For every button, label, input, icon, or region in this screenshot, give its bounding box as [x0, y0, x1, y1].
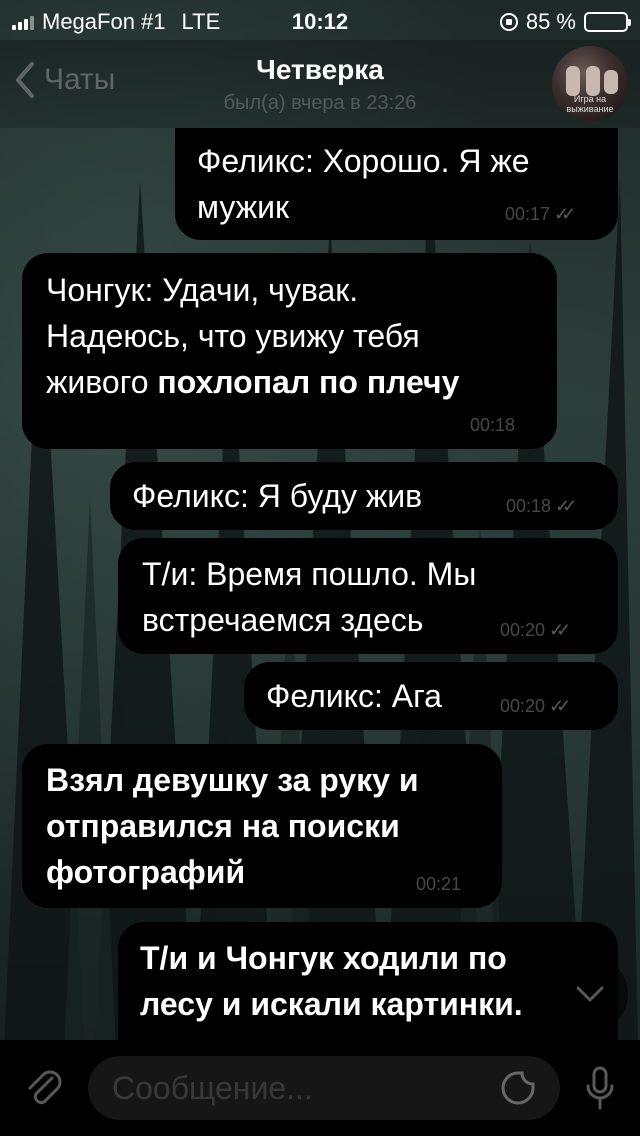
paperclip-icon[interactable] — [22, 1066, 66, 1110]
message-line: встречаемся здесь — [142, 602, 424, 638]
message-meta: 00:18 — [470, 415, 515, 436]
message-line: Феликс: Я буду жив — [132, 478, 423, 514]
message-time: 00:20 — [500, 620, 546, 640]
double-check-icon: ✓✓ — [554, 204, 576, 224]
message-line: живого похлопал по плечу — [46, 359, 459, 405]
message-input-bar: Сообщение... — [0, 1040, 640, 1136]
message-line: Взял девушку за руку и — [46, 762, 419, 798]
message-meta: 00:18 ✓✓ — [506, 496, 577, 517]
message-meta: 00:21 — [416, 874, 461, 895]
message-time: 00:17 — [505, 204, 551, 224]
avatar[interactable]: Игра на выживание — [552, 46, 628, 122]
message-line: лесу и искали картинки. — [140, 986, 523, 1022]
status-bar: MegaFon #1 LTE 10:12 85 % — [0, 0, 640, 40]
message-line: Чонгук: Удачи, чувак. — [46, 272, 359, 308]
message-time: 00:21 — [416, 874, 462, 894]
battery-icon — [584, 12, 631, 32]
last-seen: был(а) вчера в 23:26 — [223, 92, 417, 114]
double-check-icon: ✓✓ — [549, 696, 571, 716]
message-time: 00:18 — [470, 415, 516, 435]
chat-header: Чаты Четверка был(а) вчера в 23:26 Игра … — [0, 40, 640, 128]
message-bubble-outgoing[interactable]: Т/и: Время пошло. Мы встречаемся здесь 0… — [118, 538, 618, 654]
message-line: Феликс: Хорошо. Я же — [197, 143, 530, 179]
message-meta: 00:17 ✓✓ — [505, 204, 576, 225]
message-bubble-incoming[interactable]: Взял девушку за руку и отправился на пои… — [22, 744, 502, 908]
message-meta: 00:20 ✓✓ — [500, 620, 571, 641]
message-bubble-incoming[interactable]: Чонгук: Удачи, чувак. Надеюсь, что увижу… — [22, 253, 557, 449]
double-check-icon: ✓✓ — [555, 496, 577, 516]
avatar-caption: Игра на выживание — [566, 94, 614, 114]
microphone-icon[interactable] — [584, 1066, 616, 1112]
message-bubble-outgoing[interactable]: Феликс: Ага 00:20 ✓✓ — [244, 662, 618, 730]
message-meta: 00:20 ✓✓ — [500, 696, 571, 717]
message-line: фотографий — [46, 854, 246, 890]
message-line: мужик — [197, 189, 289, 225]
status-right: 85 % — [499, 9, 631, 35]
message-input-placeholder: Сообщение... — [112, 1070, 313, 1106]
message-time: 00:20 — [500, 696, 546, 716]
sticker-icon[interactable] — [500, 1070, 536, 1106]
message-line: Надеюсь, что увижу тебя — [46, 318, 420, 354]
message-line: Т/и: Время пошло. Мы — [142, 556, 477, 592]
message-line: Т/и и Чонгук ходили по — [140, 940, 507, 976]
double-check-icon: ✓✓ — [549, 620, 571, 640]
message-bubble-outgoing[interactable]: Феликс: Хорошо. Я же мужик 00:17 ✓✓ — [175, 128, 618, 240]
message-text-bold: похлопал по плечу — [157, 364, 460, 400]
message-text-plain: живого — [46, 364, 158, 400]
message-bubble-outgoing[interactable]: Феликс: Я буду жив 00:18 ✓✓ — [110, 462, 618, 530]
message-line: отправился на поиски — [46, 808, 400, 844]
message-time: 00:18 — [506, 496, 552, 516]
orientation-lock-icon — [499, 13, 518, 31]
scroll-down-button[interactable] — [552, 956, 628, 1032]
chat-title[interactable]: Четверка — [0, 54, 640, 86]
message-line: Феликс: Ага — [266, 678, 442, 714]
battery-percent: 85 % — [525, 9, 576, 34]
chevron-down-icon — [576, 986, 604, 1002]
